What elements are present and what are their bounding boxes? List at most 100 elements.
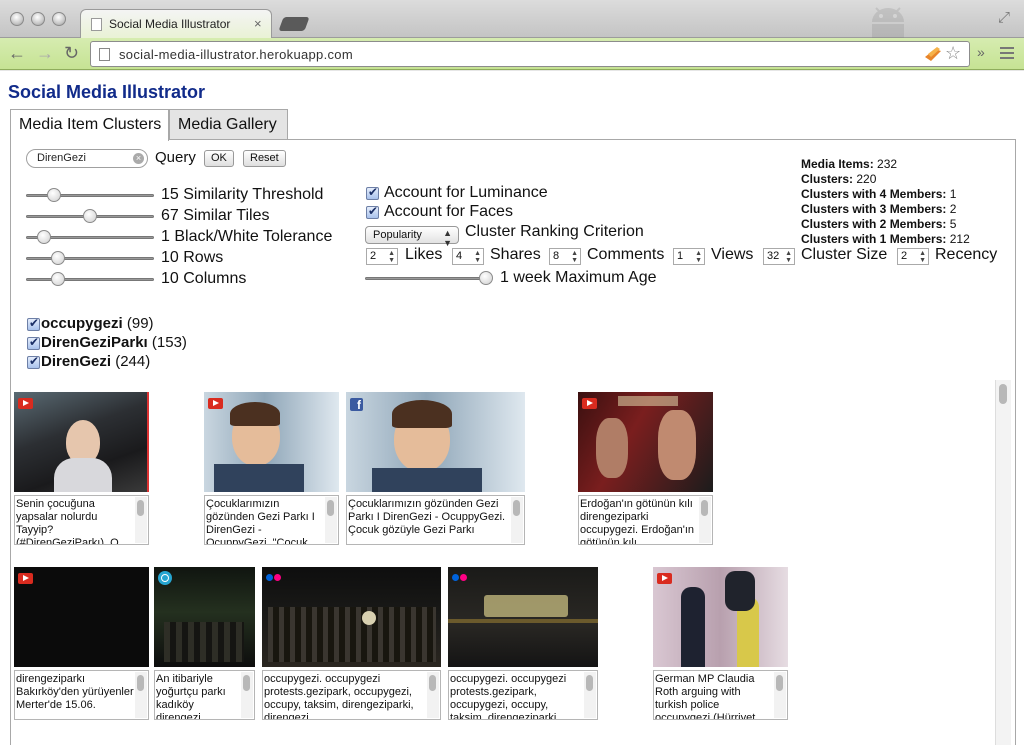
hashtag-name: DirenGeziParkı: [41, 334, 148, 351]
cluster-size-weight-input[interactable]: 32 ▲ ▼: [763, 248, 795, 265]
media-caption[interactable]: An itibariyle yoğurtçu parkı kadıköy dir…: [154, 670, 255, 720]
window-zoom-button[interactable]: [52, 12, 66, 26]
weight-value: 2: [370, 250, 377, 262]
more-extensions-icon[interactable]: »: [977, 44, 985, 60]
media-thumbnail[interactable]: f: [346, 392, 525, 492]
similar-tiles-slider[interactable]: 67 Similar Tiles: [26, 207, 346, 227]
tab-media-gallery[interactable]: Media Gallery: [169, 109, 288, 140]
media-caption-text: Çocuklarımızın gözünden Gezi Parkı I Dir…: [206, 498, 315, 545]
fullscreen-icon[interactable]: ⤢: [998, 9, 1010, 26]
window-close-button[interactable]: [10, 12, 24, 26]
gallery-scrollbar[interactable]: [995, 380, 1011, 745]
media-thumbnail[interactable]: [653, 567, 788, 667]
tab-media-item-clusters[interactable]: Media Item Clusters: [10, 109, 169, 141]
spinner-icon[interactable]: ▲ ▼: [571, 250, 578, 264]
ok-button[interactable]: OK: [204, 150, 234, 167]
caption-scrollbar[interactable]: [241, 672, 253, 718]
address-bar[interactable]: social-media-illustrator.herokuapp.com ☆: [90, 41, 970, 67]
caption-scrollbar[interactable]: [135, 672, 147, 718]
extension-icon[interactable]: [923, 45, 943, 63]
black-white-tolerance-slider[interactable]: 1 Black/White Tolerance: [26, 228, 346, 248]
browser-tab[interactable]: Social Media Illustrator ×: [80, 9, 272, 39]
reset-button[interactable]: Reset: [243, 150, 286, 167]
spinner-icon[interactable]: ▲ ▼: [785, 250, 792, 264]
views-weight-input[interactable]: 1 ▲ ▼: [673, 248, 705, 265]
media-thumbnail[interactable]: [262, 567, 441, 667]
search-input[interactable]: DirenGezi ×: [26, 149, 148, 168]
ranking-criterion-label: Cluster Ranking Criterion: [465, 223, 644, 240]
shares-weight-input[interactable]: 4 ▲ ▼: [452, 248, 484, 265]
media-caption[interactable]: direngeziparkı Bakırköy'den yürüyenler M…: [14, 670, 149, 720]
thumbnail-subject: [268, 607, 436, 662]
slider-handle[interactable]: [51, 272, 65, 286]
columns-slider[interactable]: 10 Columns: [26, 270, 346, 290]
thumbnail-subject: [392, 400, 452, 428]
caption-scrollbar[interactable]: [511, 497, 523, 543]
media-caption[interactable]: German MP Claudia Roth arguing with turk…: [653, 670, 788, 720]
hashtag-checkbox-direngezi[interactable]: [27, 354, 40, 369]
media-caption-text: occupygezi. occupygezi protests.gezipark…: [264, 673, 414, 720]
rows-slider[interactable]: 10 Rows: [26, 249, 346, 269]
media-caption[interactable]: Çocuklarımızın gözünden Gezi Parkı I Dir…: [346, 495, 525, 545]
media-thumbnail[interactable]: [204, 392, 339, 492]
caption-scrollbar[interactable]: [427, 672, 439, 718]
reload-button[interactable]: ↻: [64, 42, 79, 64]
recency-weight-input[interactable]: 2 ▲ ▼: [897, 248, 929, 265]
comments-weight-input[interactable]: 8 ▲ ▼: [549, 248, 581, 265]
spinner-icon[interactable]: ▲ ▼: [388, 250, 395, 264]
media-thumbnail[interactable]: [154, 567, 255, 667]
slider-handle[interactable]: [479, 271, 493, 285]
media-caption[interactable]: Erdoğan'ın götünün kılı direngeziparki o…: [578, 495, 713, 545]
search-input-value[interactable]: DirenGezi: [37, 152, 86, 164]
caption-scrollbar[interactable]: [774, 672, 786, 718]
media-thumbnail[interactable]: [14, 392, 149, 492]
maximum-age-slider[interactable]: 1 week Maximum Age: [365, 269, 675, 289]
slider-handle[interactable]: [47, 188, 61, 202]
similarity-threshold-slider[interactable]: 15 Similarity Threshold: [26, 186, 346, 206]
slider-handle[interactable]: [37, 230, 51, 244]
media-caption[interactable]: Çocuklarımızın gözünden Gezi Parkı I Dir…: [204, 495, 339, 545]
media-caption[interactable]: occupygezi. occupygezi protests.gezipark…: [448, 670, 598, 720]
stat-value: 232: [877, 157, 898, 171]
recency-label: Recency: [935, 246, 998, 263]
clear-search-icon[interactable]: ×: [133, 153, 144, 164]
forward-button[interactable]: →: [36, 42, 54, 64]
bookmark-star-icon[interactable]: ☆: [945, 43, 961, 64]
slider-handle[interactable]: [51, 251, 65, 265]
hashtag-checkbox-direngeziparki[interactable]: [27, 335, 40, 350]
media-clusters-gallery: Senin çocuğuna yapsalar nolurdu Tayyip? …: [11, 380, 1015, 745]
media-caption[interactable]: Senin çocuğuna yapsalar nolurdu Tayyip? …: [14, 495, 149, 545]
spinner-icon[interactable]: ▲ ▼: [474, 250, 481, 264]
hashtag-count: (99): [126, 315, 154, 332]
caption-scrollbar[interactable]: [135, 497, 147, 543]
back-button[interactable]: ←: [8, 42, 26, 64]
media-caption-text: direngeziparkı Bakırköy'den yürüyenler M…: [16, 673, 134, 711]
weight-value: 1: [677, 250, 684, 262]
spinner-icon[interactable]: ▲ ▼: [695, 250, 702, 264]
url-text[interactable]: social-media-illustrator.herokuapp.com: [119, 47, 353, 62]
caption-scrollbar[interactable]: [584, 672, 596, 718]
slider-handle[interactable]: [83, 209, 97, 223]
media-thumbnail[interactable]: [448, 567, 598, 667]
luminance-checkbox[interactable]: [366, 185, 379, 200]
clusters-panel: DirenGezi × Query OK Reset 15 Similarity…: [10, 139, 1016, 745]
media-caption-text: occupygezi. occupygezi protests.gezipark…: [450, 673, 567, 720]
browser-menu-icon[interactable]: [1000, 47, 1014, 62]
window-minimize-button[interactable]: [31, 12, 45, 26]
spinner-icon[interactable]: ▲ ▼: [919, 250, 926, 264]
stat-label: Clusters:: [801, 172, 854, 186]
media-caption[interactable]: occupygezi. occupygezi protests.gezipark…: [262, 670, 441, 720]
caption-scrollbar[interactable]: [325, 497, 337, 543]
caption-scrollbar[interactable]: [699, 497, 711, 543]
hashtag-checkbox-occupygezi[interactable]: [27, 316, 40, 331]
thumbnail-subject: [484, 595, 568, 617]
likes-weight-input[interactable]: 2 ▲ ▼: [366, 248, 398, 265]
media-thumbnail[interactable]: [14, 567, 149, 667]
thumbnail-subject: [725, 571, 755, 611]
faces-checkbox[interactable]: [366, 204, 379, 219]
new-tab-button[interactable]: [278, 17, 310, 31]
media-thumbnail[interactable]: [578, 392, 713, 492]
tab-close-icon[interactable]: ×: [254, 16, 262, 31]
ranking-criterion-select[interactable]: Popularity ▲ ▼: [365, 226, 459, 248]
scrollbar-thumb[interactable]: [999, 384, 1007, 404]
